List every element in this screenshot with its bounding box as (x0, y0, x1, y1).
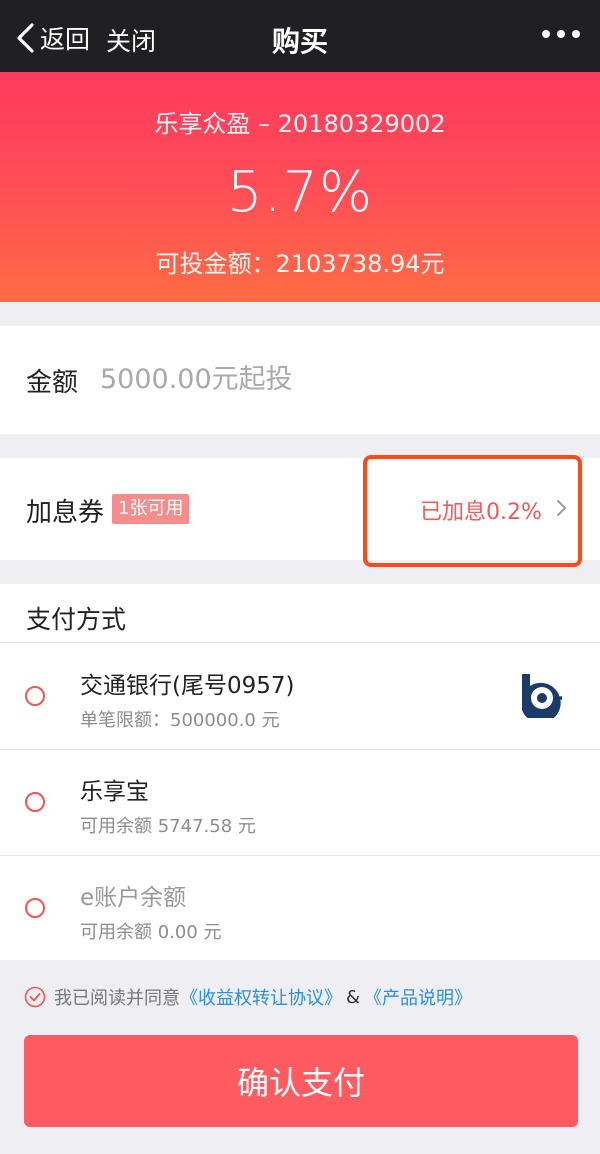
amount-input[interactable] (100, 356, 570, 402)
more-dots-icon (542, 30, 550, 38)
agreement-ampersand: & (346, 986, 361, 1008)
close-button[interactable]: 关闭 (106, 22, 156, 58)
payment-option-lexiangbao[interactable]: 乐享宝 可用余额 5747.58 元 (0, 750, 600, 854)
coupon-available-badge: 1张可用 (112, 494, 190, 524)
payment-option-name: e账户余额 (80, 885, 187, 911)
available-amount: 可投金额：2103738.94元 (155, 250, 445, 278)
payment-option-balance: 可用余额 5747.58 元 (80, 816, 256, 837)
transfer-agreement-link[interactable]: 《收益权转让协议》 (180, 984, 342, 1010)
radio-button[interactable] (25, 898, 45, 918)
payment-option-name: 交通银行(尾号0957) (80, 673, 295, 699)
annual-rate: 5.7% (226, 160, 374, 225)
chevron-left-icon (17, 23, 34, 53)
more-menu-button[interactable] (542, 30, 580, 38)
divider (0, 642, 600, 643)
radio-button[interactable] (25, 792, 45, 812)
nav-bar: 返回 关闭 购买 (0, 0, 600, 72)
payment-title: 支付方式 (26, 605, 127, 634)
agreement-prefix: 我已阅读并同意 (54, 988, 180, 1009)
page-title: 购买 (271, 25, 328, 58)
confirm-payment-button[interactable]: 确认支付 (24, 1035, 578, 1127)
payment-option-name: 乐享宝 (80, 779, 149, 805)
payment-option-balance: 可用余额 0.00 元 (80, 922, 222, 943)
more-dot (557, 30, 565, 38)
more-dot (572, 30, 580, 38)
product-name: 乐享众盈 – 20180329002 (154, 110, 446, 138)
bocom-bank-logo-icon (522, 674, 562, 718)
agreement-row: 我已阅读并同意 《收益权转让协议》 & 《产品说明》 (24, 984, 472, 1010)
product-description-link[interactable]: 《产品说明》 (364, 984, 472, 1010)
payment-option-bank[interactable]: 交通银行(尾号0957) 单笔限额：500000.0 元 (0, 644, 600, 748)
radio-button[interactable] (25, 686, 45, 706)
product-banner: 乐享众盈 – 20180329002 5.7% 可投金额：2103738.94元 (0, 72, 600, 302)
coupon-label: 加息券 (26, 498, 105, 528)
back-button[interactable]: 返回 (14, 18, 90, 58)
payment-option-e-account[interactable]: e账户余额 可用余额 0.00 元 (0, 856, 600, 960)
annotation-highlight-box (363, 455, 582, 567)
check-circle-icon[interactable] (24, 986, 46, 1008)
amount-section: 金额 (0, 326, 600, 434)
amount-label: 金额 (26, 368, 79, 398)
payment-option-limit: 单笔限额：500000.0 元 (80, 710, 280, 731)
back-label: 返回 (40, 25, 91, 54)
payment-section: 支付方式 交通银行(尾号0957) 单笔限额：500000.0 元 乐享宝 可用… (0, 584, 600, 960)
